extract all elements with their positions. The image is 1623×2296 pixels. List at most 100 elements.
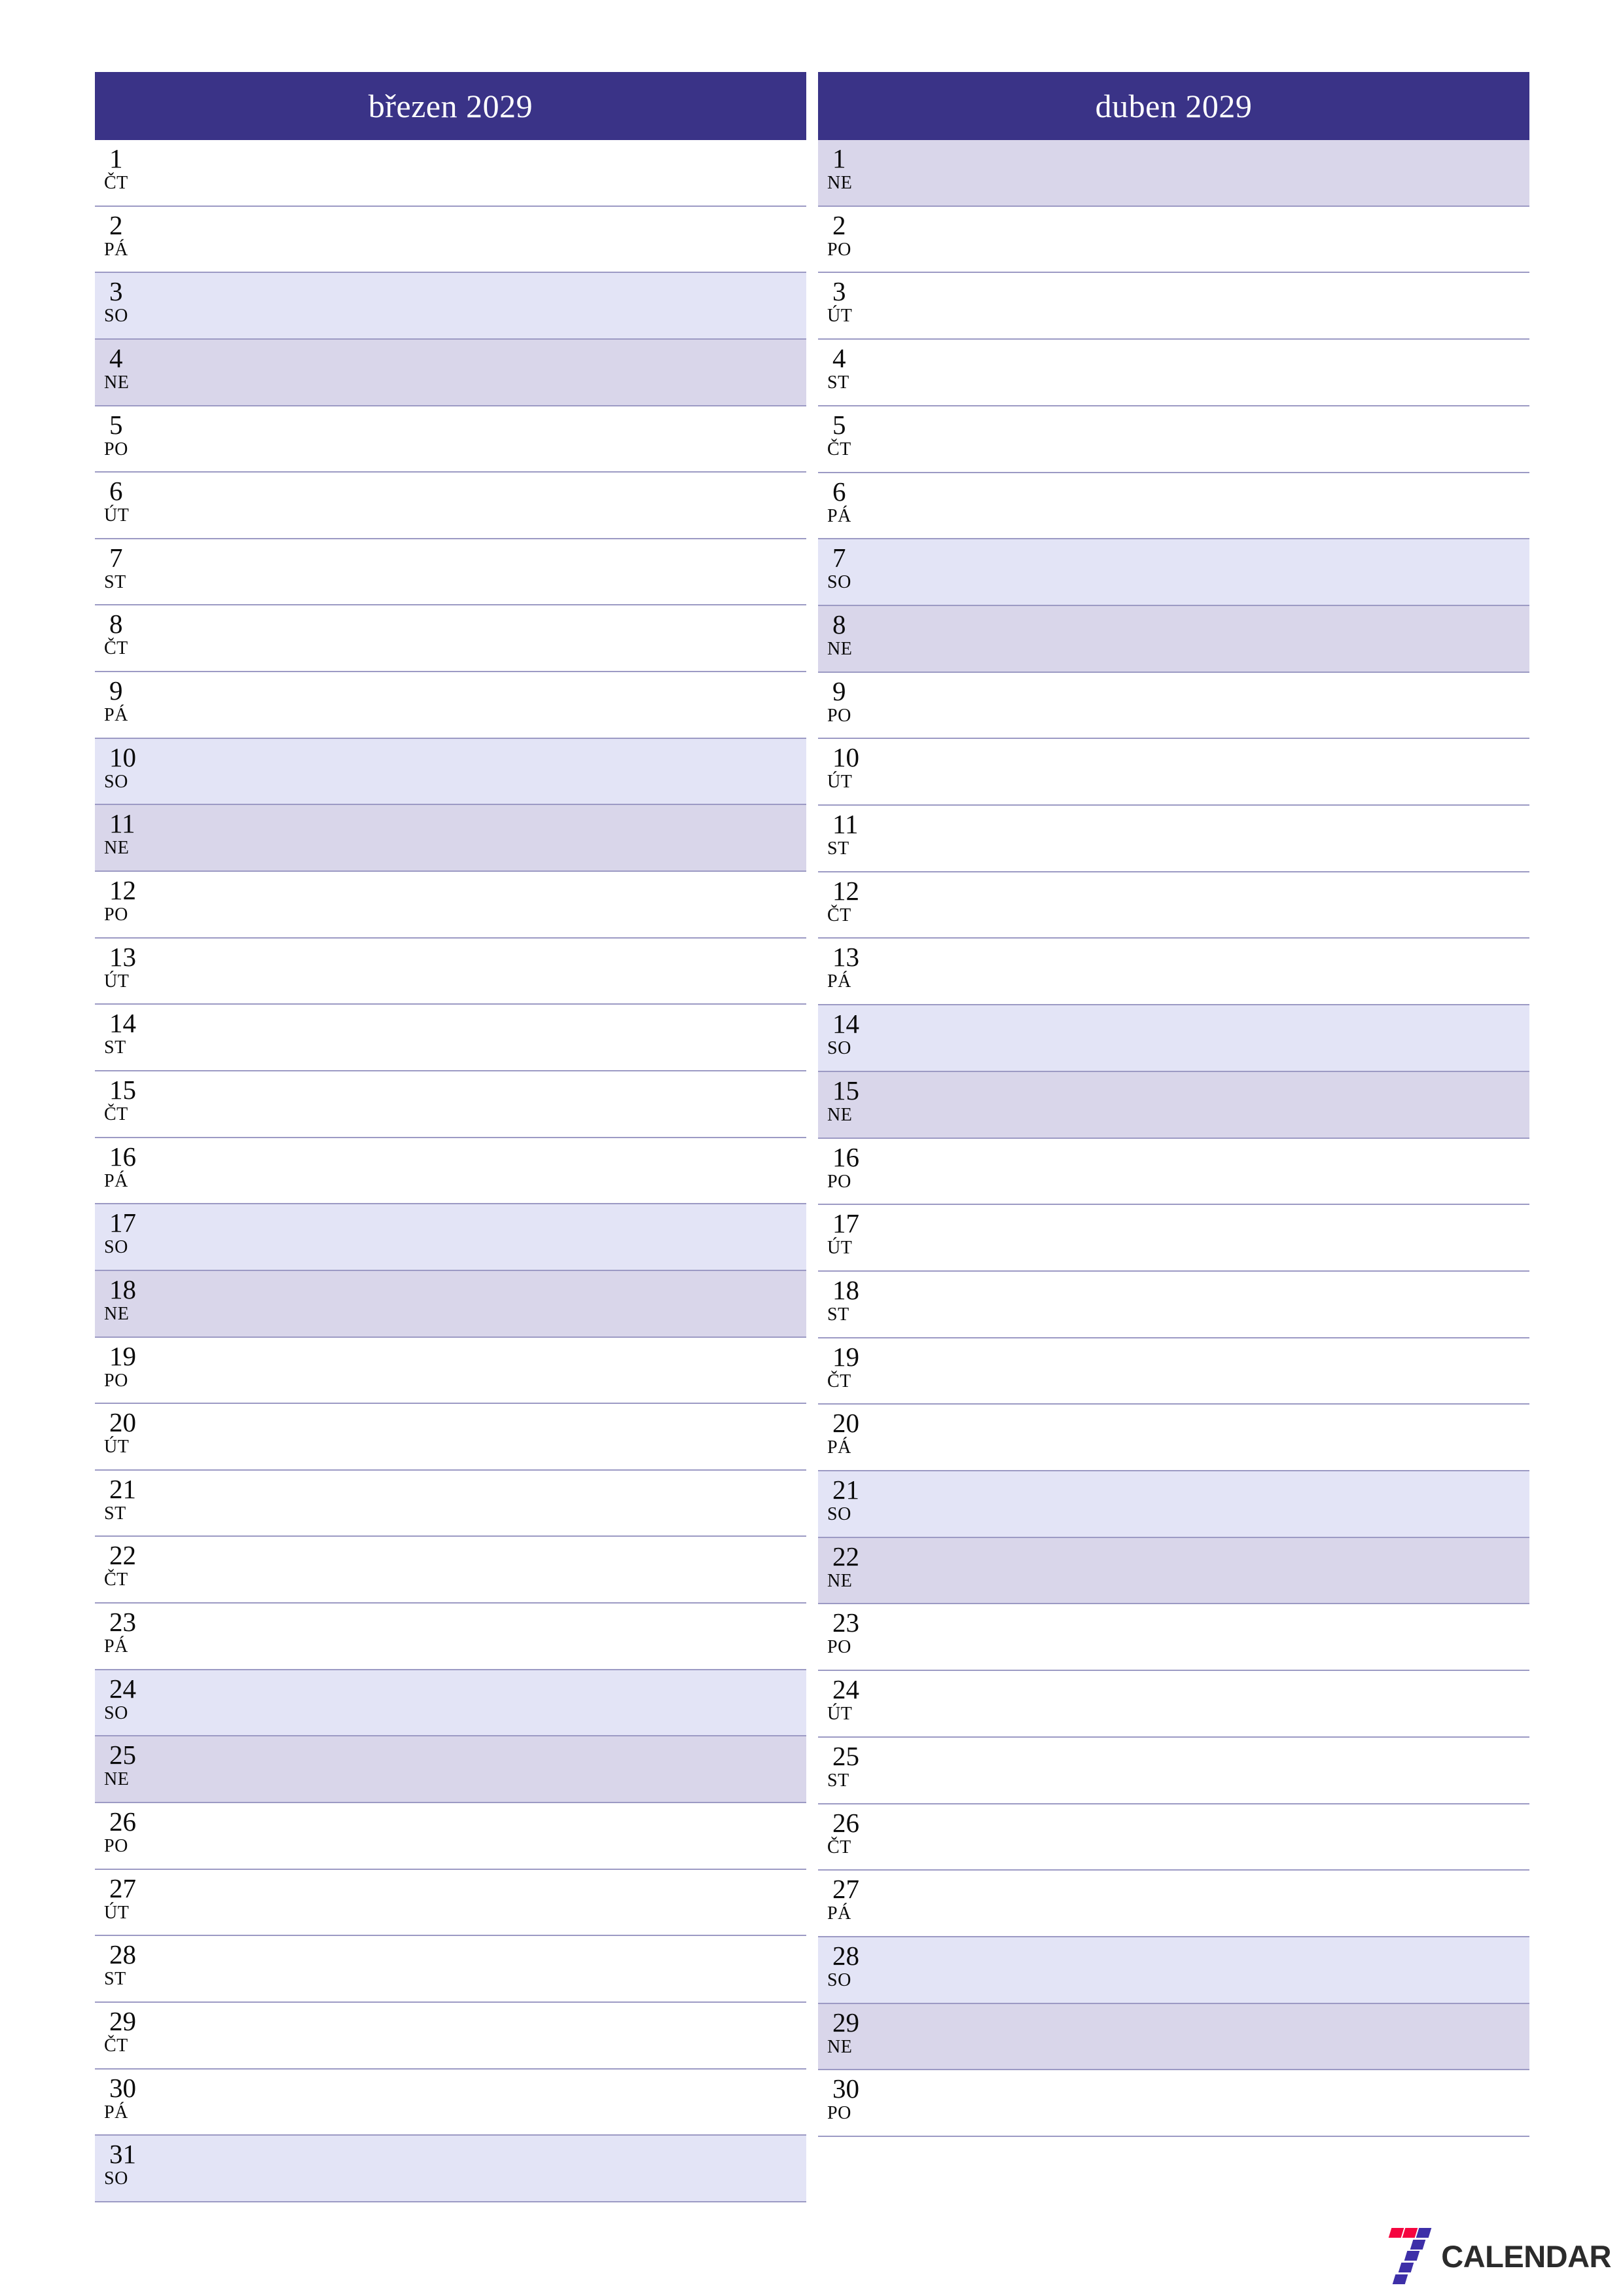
day-number: 26 xyxy=(109,1806,136,1837)
day-row[interactable]: 28 SO xyxy=(818,1937,1529,2004)
day-row[interactable]: 10 ÚT xyxy=(818,739,1529,806)
day-row[interactable]: 3 SO xyxy=(95,273,806,340)
day-row[interactable]: 31 SO xyxy=(95,2136,806,2202)
day-row[interactable]: 2 PÁ xyxy=(95,206,806,274)
day-row[interactable]: 11 NE xyxy=(95,805,806,872)
day-weekday-abbr: ÚT xyxy=(104,971,130,992)
day-row[interactable]: 30 PÁ xyxy=(95,2069,806,2136)
day-row[interactable]: 2 PO xyxy=(818,206,1529,274)
day-weekday-abbr: NE xyxy=(827,173,853,193)
month-title-left: březen 2029 xyxy=(95,72,806,140)
day-number: 6 xyxy=(109,476,123,507)
day-row[interactable]: 12 PO xyxy=(95,872,806,939)
day-row[interactable]: 24 SO xyxy=(95,1670,806,1737)
day-row[interactable]: 26 PO xyxy=(95,1803,806,1870)
day-row[interactable]: 19 PO xyxy=(95,1337,806,1405)
day-number: 2 xyxy=(109,209,123,240)
day-number: 19 xyxy=(109,1340,136,1371)
day-row[interactable]: 23 PÁ xyxy=(95,1604,806,1670)
day-number: 29 xyxy=(109,2005,136,2036)
month-column-left: březen 2029 1 ČT 2 PÁ 3 SO 4 NE 5 PO 6 ÚT 7 ST 8 ČT 9 PÁ 1… xyxy=(95,72,806,2202)
day-row[interactable]: 29 NE xyxy=(818,2003,1529,2071)
day-row[interactable]: 5 ČT xyxy=(818,406,1529,473)
day-weekday-abbr: ST xyxy=(827,1304,849,1325)
day-weekday-abbr: PÁ xyxy=(104,1170,128,1191)
day-row[interactable]: 6 ÚT xyxy=(95,473,806,539)
day-row[interactable]: 1 NE xyxy=(818,140,1529,207)
day-row[interactable]: 22 ČT xyxy=(95,1537,806,1604)
day-weekday-abbr: ÚT xyxy=(104,505,130,526)
day-row[interactable]: 30 PO xyxy=(818,2070,1529,2138)
day-row[interactable]: 25 NE xyxy=(95,1736,806,1804)
day-row[interactable]: 17 ÚT xyxy=(818,1205,1529,1272)
day-weekday-abbr: PO xyxy=(104,439,128,459)
day-row[interactable]: 16 PO xyxy=(818,1138,1529,1206)
day-number: 8 xyxy=(109,609,123,639)
day-row[interactable]: 6 PÁ xyxy=(818,473,1529,540)
logo-block xyxy=(1392,2274,1408,2284)
day-row[interactable]: 16 PÁ xyxy=(95,1138,806,1205)
day-weekday-abbr: PÁ xyxy=(827,1437,851,1458)
day-row[interactable]: 7 SO xyxy=(818,539,1529,606)
day-row[interactable]: 8 ČT xyxy=(95,605,806,673)
day-row[interactable] xyxy=(818,2137,1529,2202)
day-number: 12 xyxy=(109,875,136,906)
day-row[interactable]: 4 NE xyxy=(95,339,806,406)
logo-block xyxy=(1416,2228,1431,2238)
day-row[interactable]: 10 SO xyxy=(95,738,806,806)
day-row[interactable]: 15 ČT xyxy=(95,1071,806,1138)
day-weekday-abbr: ST xyxy=(827,1770,849,1791)
day-row[interactable]: 20 ÚT xyxy=(95,1404,806,1471)
day-row[interactable]: 19 ČT xyxy=(818,1338,1529,1405)
day-row[interactable]: 21 ST xyxy=(95,1470,806,1537)
day-weekday-abbr: PO xyxy=(827,239,851,260)
day-row[interactable]: 1 ČT xyxy=(95,140,806,207)
day-number: 10 xyxy=(109,742,136,772)
day-row[interactable]: 7 ST xyxy=(95,539,806,606)
day-weekday-abbr: SO xyxy=(827,1504,851,1525)
day-row[interactable]: 23 PO xyxy=(818,1604,1529,1672)
day-row[interactable]: 14 ST xyxy=(95,1005,806,1071)
day-number: 7 xyxy=(832,543,846,573)
day-row[interactable]: 22 NE xyxy=(818,1537,1529,1605)
day-row[interactable]: 27 PÁ xyxy=(818,1871,1529,1937)
day-number: 14 xyxy=(109,1008,136,1039)
day-row[interactable]: 8 NE xyxy=(818,605,1529,673)
day-weekday-abbr: PO xyxy=(827,705,851,726)
day-row[interactable]: 11 ST xyxy=(818,806,1529,872)
day-row[interactable]: 20 PÁ xyxy=(818,1405,1529,1472)
day-row[interactable]: 15 NE xyxy=(818,1071,1529,1139)
day-row[interactable]: 25 ST xyxy=(818,1737,1529,1804)
day-number: 27 xyxy=(832,1874,859,1905)
day-row[interactable]: 9 PO xyxy=(818,672,1529,740)
day-row[interactable]: 3 ÚT xyxy=(818,273,1529,340)
day-row[interactable]: 5 PO xyxy=(95,406,806,473)
day-number: 30 xyxy=(109,2072,136,2103)
day-number: 4 xyxy=(109,342,123,373)
logo-block xyxy=(1410,2239,1425,2250)
day-row[interactable]: 12 ČT xyxy=(818,872,1529,939)
day-weekday-abbr: SO xyxy=(104,2168,128,2189)
day-weekday-abbr: SO xyxy=(827,572,851,593)
day-weekday-abbr: ST xyxy=(104,1037,126,1058)
day-row[interactable]: 24 ÚT xyxy=(818,1671,1529,1738)
day-row[interactable]: 13 PÁ xyxy=(818,939,1529,1006)
day-row[interactable]: 14 SO xyxy=(818,1005,1529,1072)
logo-block xyxy=(1402,2228,1418,2238)
day-row[interactable]: 9 PÁ xyxy=(95,672,806,739)
day-row[interactable]: 17 SO xyxy=(95,1204,806,1271)
day-row[interactable]: 13 ÚT xyxy=(95,938,806,1005)
day-row[interactable]: 26 ČT xyxy=(818,1804,1529,1871)
month-column-right: duben 2029 1 NE 2 PO 3 ÚT 4 ST 5 ČT 6 PÁ 7 SO 8 NE 9 PO 10… xyxy=(818,72,1529,2202)
day-number: 26 xyxy=(832,1807,859,1838)
day-row[interactable]: 18 NE xyxy=(95,1270,806,1338)
day-row[interactable]: 21 SO xyxy=(818,1471,1529,1538)
day-row[interactable]: 28 ST xyxy=(95,1936,806,2003)
day-row[interactable]: 18 ST xyxy=(818,1271,1529,1338)
day-row[interactable]: 4 ST xyxy=(818,340,1529,406)
day-weekday-abbr: PÁ xyxy=(104,239,128,260)
day-row[interactable]: 27 ÚT xyxy=(95,1869,806,1937)
logo-block xyxy=(1398,2263,1414,2273)
day-number: 20 xyxy=(109,1407,136,1438)
day-row[interactable]: 29 ČT xyxy=(95,2002,806,2070)
